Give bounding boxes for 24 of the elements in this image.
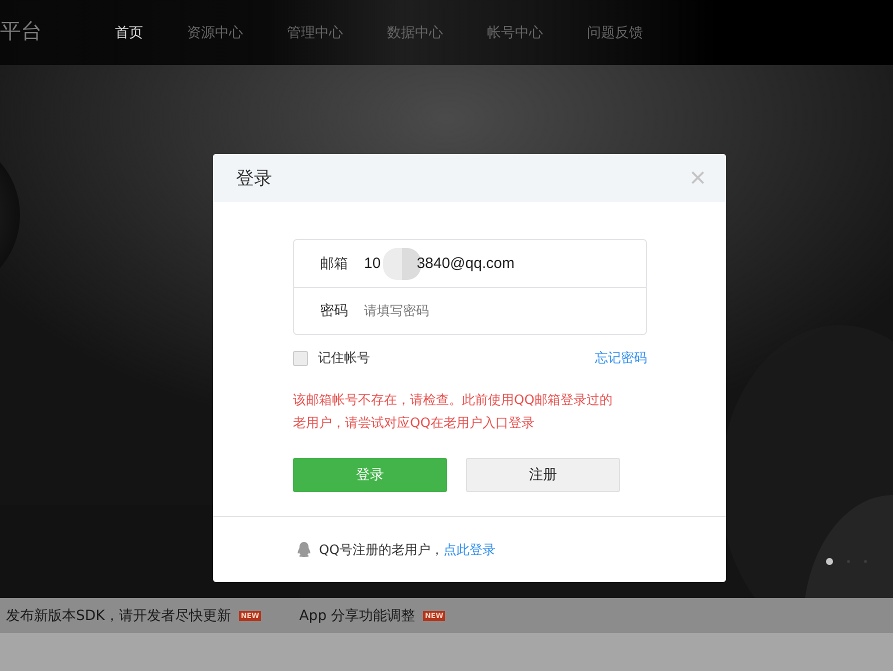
field-label: 邮箱 [320,254,349,272]
email-field[interactable]: 10 3840@qq.com [364,248,514,280]
forgot-password-link[interactable]: 忘记密码 [595,349,647,367]
nav-link[interactable]: 帐号中心 [487,24,543,42]
nav-link[interactable]: 问题反馈 [587,24,643,42]
register-button[interactable]: 注册 [466,458,620,492]
nav-link[interactable]: 数据中心 [387,24,443,42]
logo-text[interactable]: 平台 [0,16,115,44]
field-label: 密码 [320,302,349,320]
remember-checkbox[interactable] [293,350,308,366]
nav-link[interactable]: 首页 [115,24,143,42]
nav-link[interactable]: 资源中心 [187,24,243,42]
nav-link[interactable]: 管理中心 [287,24,343,42]
error-message: 该邮箱帐号不存在，请检查。此前使用QQ邮箱登录过的老用户，请尝试对应QQ在老用户入口登录 [293,392,614,433]
field-value: 3840@qq.com [416,255,514,272]
qq-login-link[interactable]: 点此登录 [443,540,496,558]
checkbox-label[interactable]: 记住帐号 [318,349,370,367]
penguin-icon [295,540,313,558]
dialog-title: 登录 [236,167,272,190]
login-button[interactable]: 登录 [293,458,447,492]
news-link[interactable]: 发布新版本SDK，请开发者尽快更新 [6,606,231,624]
field-value: 10 [364,255,381,272]
news-link[interactable]: App 分享功能调整 [299,606,416,624]
footer-text: QQ号注册的老用户， [319,542,444,558]
